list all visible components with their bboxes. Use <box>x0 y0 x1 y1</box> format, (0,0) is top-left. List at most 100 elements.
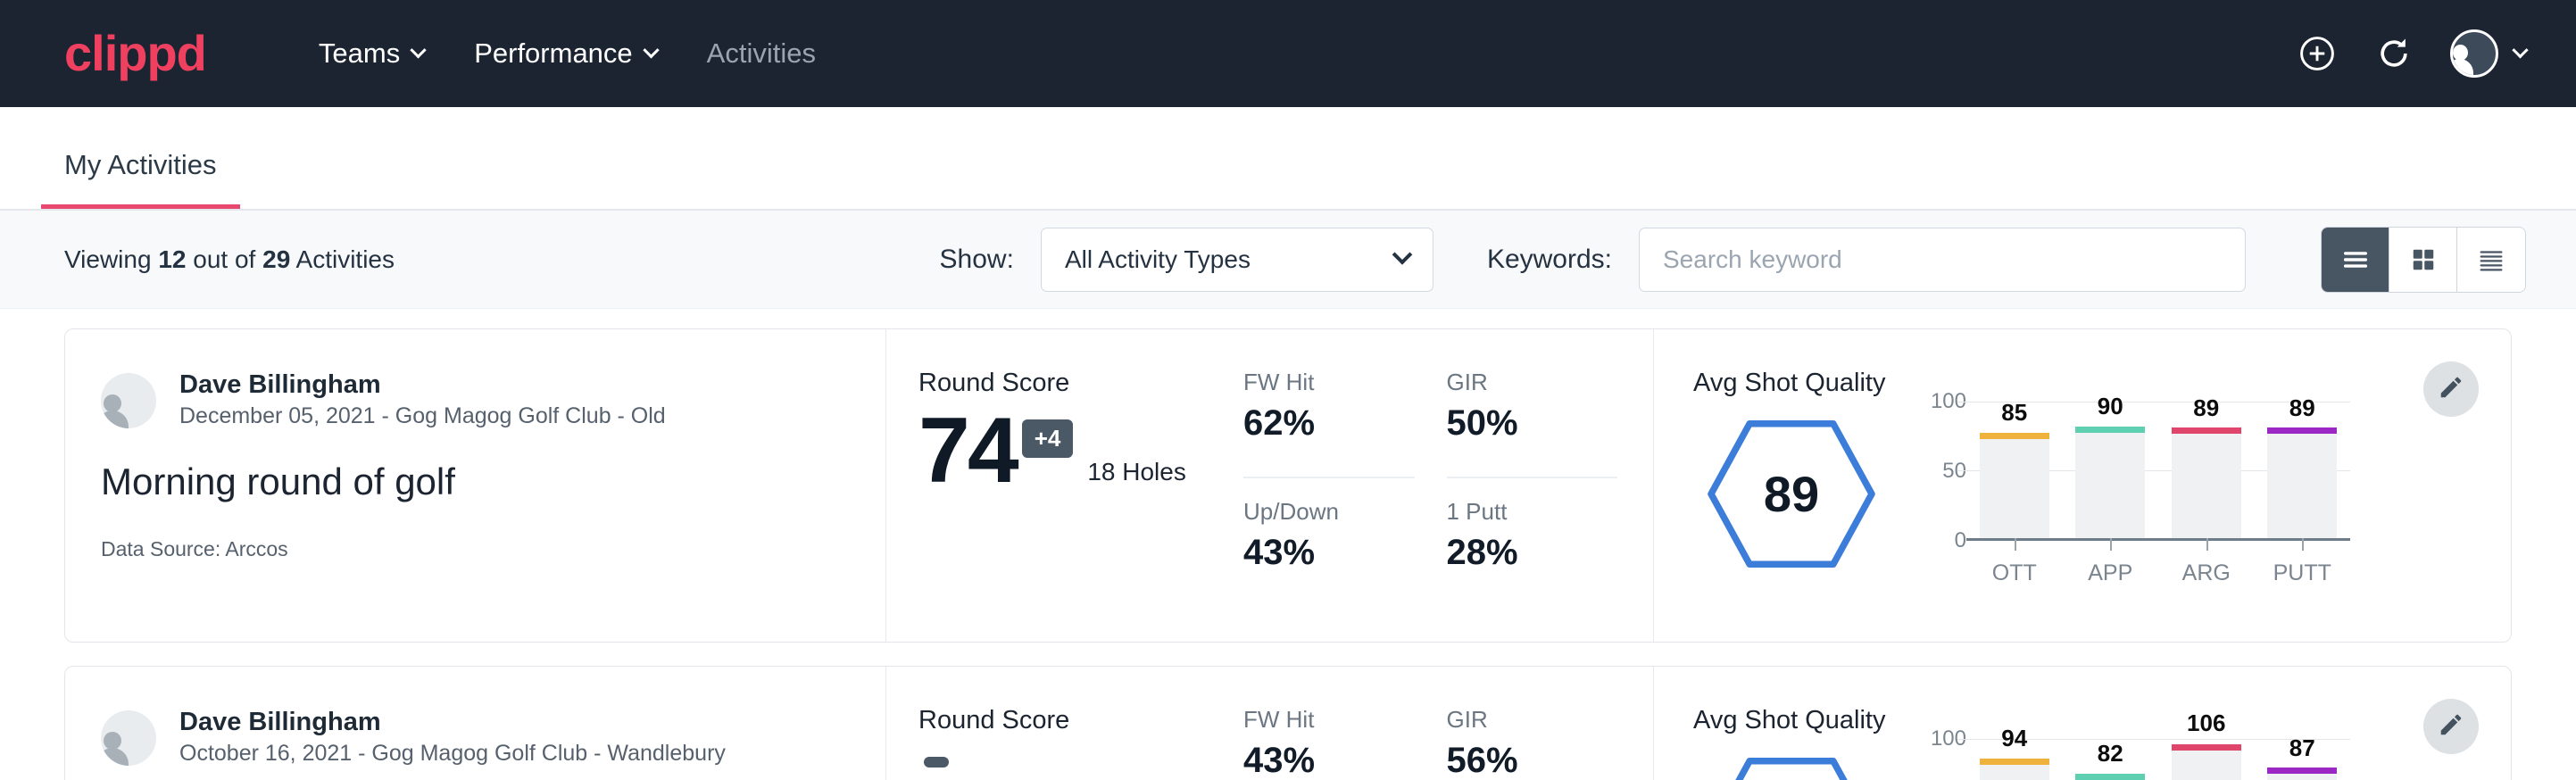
edit-activity-button[interactable] <box>2423 361 2479 417</box>
viewing-prefix: Viewing <box>64 245 152 273</box>
stat-value: 62% <box>1243 403 1415 444</box>
viewing-count: 12 <box>158 245 186 273</box>
activity-data-source: Data Source: Arccos <box>101 537 850 561</box>
viewing-total: 29 <box>262 245 290 273</box>
nav-item-performance-label: Performance <box>474 37 632 70</box>
plus-circle-icon[interactable] <box>2297 33 2338 74</box>
bar-putt: 89 <box>2267 402 2337 538</box>
bar-value-app: 90 <box>2075 393 2145 420</box>
bar-value-app: 82 <box>2075 740 2145 768</box>
viewing-mid: out of <box>193 245 255 273</box>
keywords-label: Keywords: <box>1487 245 1612 275</box>
edit-activity-button[interactable] <box>2423 699 2479 754</box>
tab-my-activities[interactable]: My Activities <box>41 149 240 209</box>
stat-gir: GIR 56% <box>1447 706 1618 780</box>
nav-item-teams[interactable]: Teams <box>294 29 449 79</box>
bar-value-ott: 94 <box>1980 725 2049 752</box>
shot-quality-bar-chart: 100 50 0 94 <box>1916 739 2350 780</box>
filter-controls: Show: All Activity Types Keywords: <box>940 227 2526 293</box>
avg-shot-quality-panel: Avg Shot Quality 100 50 0 <box>1654 667 2511 780</box>
bar-arg: 89 <box>2172 402 2241 538</box>
x-label-app: APP <box>2075 560 2145 586</box>
round-score-label: Round Score <box>918 369 1234 398</box>
round-stats: FW Hit 43% GIR 56% <box>1243 667 1654 780</box>
stat-value: 56% <box>1447 741 1618 780</box>
chevron-down-icon <box>643 42 659 58</box>
stat-label: GIR <box>1447 369 1618 396</box>
viewing-summary: Viewing 12 out of 29 Activities <box>64 245 395 274</box>
navbar-actions <box>2297 29 2526 78</box>
bar-arg: 106 <box>2172 739 2241 780</box>
chart-y-axis: 100 50 0 <box>1916 402 1966 541</box>
round-score-panel: Round Score 74 +4 18 Holes <box>886 329 1243 642</box>
search-input[interactable] <box>1639 228 2246 292</box>
score-differential-badge <box>924 757 949 768</box>
nav-item-performance[interactable]: Performance <box>449 29 681 79</box>
bar-ott: 94 <box>1980 739 2049 780</box>
grid-view-button[interactable] <box>2389 228 2457 292</box>
shot-quality-bar-chart: 100 50 0 85 <box>1916 402 2350 586</box>
show-label: Show: <box>940 245 1014 275</box>
stat-label: Up/Down <box>1243 498 1415 526</box>
activity-person: Dave Billingham October 16, 2021 - Gog M… <box>101 706 850 769</box>
compact-view-button[interactable] <box>2457 228 2525 292</box>
avatar <box>101 710 156 766</box>
activity-info: Dave Billingham December 05, 2021 - Gog … <box>65 329 886 642</box>
stat-label: FW Hit <box>1243 706 1415 734</box>
stat-label: 1 Putt <box>1447 498 1618 526</box>
activity-title: Morning round of golf <box>101 461 850 503</box>
avg-shot-quality-panel: Avg Shot Quality 89 100 50 0 <box>1654 329 2511 642</box>
bar-ott: 85 <box>1980 402 2049 538</box>
person-name: Dave Billingham <box>179 369 666 401</box>
score-differential-badge: +4 <box>1022 419 1074 458</box>
avatar <box>101 373 156 428</box>
chart-plot-area: 94 82 106 <box>1966 739 2350 780</box>
nav-item-teams-label: Teams <box>319 37 400 70</box>
chevron-down-icon <box>411 42 427 58</box>
account-menu[interactable] <box>2450 29 2526 78</box>
top-navbar: clippd Teams Performance Activities <box>0 0 2576 107</box>
bar-value-putt: 87 <box>2267 734 2337 762</box>
round-score-value: 74 <box>918 407 1017 495</box>
quality-hexagon: 89 <box>1693 420 1890 568</box>
avatar <box>2450 29 2498 78</box>
x-label-putt: PUTT <box>2267 560 2337 586</box>
person-meta: December 05, 2021 - Gog Magog Golf Club … <box>179 401 666 432</box>
activity-type-select-value: All Activity Types <box>1065 245 1251 274</box>
activity-card[interactable]: Dave Billingham October 16, 2021 - Gog M… <box>64 666 2512 780</box>
bar-app: 90 <box>2075 402 2145 538</box>
y-tick-50: 50 <box>1942 459 1966 484</box>
stat-label: GIR <box>1447 706 1618 734</box>
avg-shot-quality-value: 89 <box>1764 465 1819 523</box>
pencil-icon <box>2438 711 2464 743</box>
x-label-arg: ARG <box>2172 560 2241 586</box>
stat-up-down: Up/Down 43% <box>1243 498 1415 606</box>
stat-value: 43% <box>1243 533 1415 573</box>
stat-value: 43% <box>1243 741 1415 780</box>
activity-type-select[interactable]: All Activity Types <box>1041 228 1433 292</box>
chart-plot-area: 85 90 89 <box>1966 402 2350 541</box>
bar-value-ott: 85 <box>1980 399 2049 427</box>
list-view-button[interactable] <box>2322 228 2389 292</box>
stat-fw-hit: FW Hit 62% <box>1243 369 1415 478</box>
person-meta: October 16, 2021 - Gog Magog Golf Club -… <box>179 738 726 769</box>
stat-value: 50% <box>1447 403 1618 444</box>
nav-item-activities-label: Activities <box>707 37 816 70</box>
bar-value-putt: 89 <box>2267 394 2337 422</box>
chart-y-axis: 100 50 0 <box>1916 739 1966 780</box>
nav-item-activities[interactable]: Activities <box>682 29 841 79</box>
activity-card[interactable]: Dave Billingham December 05, 2021 - Gog … <box>64 328 2512 643</box>
stat-fw-hit: FW Hit 43% <box>1243 706 1415 780</box>
view-mode-toggle <box>2321 227 2526 293</box>
bar-app: 82 <box>2075 739 2145 780</box>
refresh-icon[interactable] <box>2373 33 2414 74</box>
filter-bar: Viewing 12 out of 29 Activities Show: Al… <box>0 211 2576 309</box>
stat-one-putt: 1 Putt 28% <box>1447 498 1618 606</box>
stat-gir: GIR 50% <box>1447 369 1618 478</box>
tab-bar: My Activities <box>0 107 2576 211</box>
clippd-logo[interactable]: clippd <box>64 29 206 79</box>
activity-person: Dave Billingham December 05, 2021 - Gog … <box>101 369 850 432</box>
bar-value-arg: 106 <box>2172 709 2241 737</box>
chevron-down-icon <box>2512 42 2528 58</box>
stat-value: 28% <box>1447 533 1618 573</box>
